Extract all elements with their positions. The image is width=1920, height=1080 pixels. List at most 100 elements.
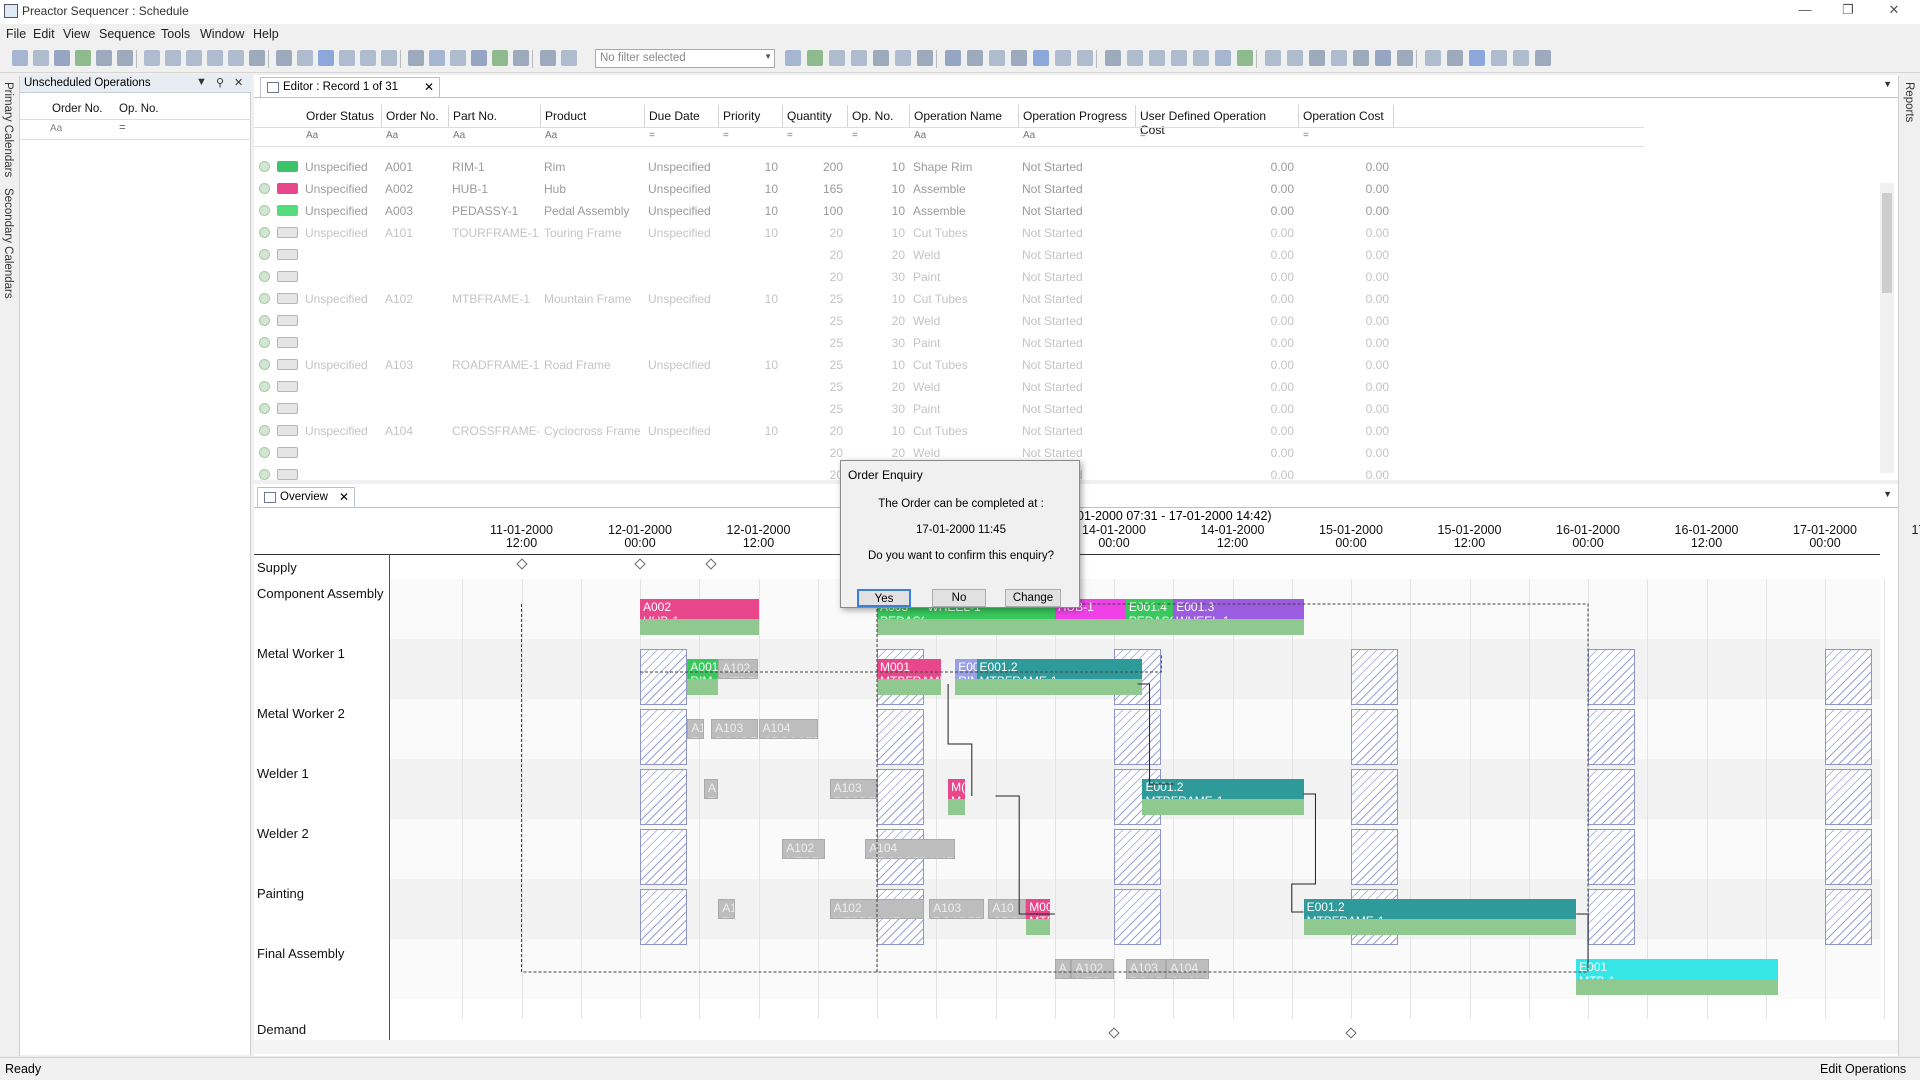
tab-reports[interactable]: Reports xyxy=(1903,82,1915,122)
column-filter[interactable]: Aa xyxy=(910,129,1019,145)
close-icon[interactable]: ✕ xyxy=(1884,2,1904,20)
toolbar-tool-icon[interactable] xyxy=(513,50,529,66)
tab-overview[interactable]: Overview ✕ xyxy=(257,487,355,507)
menu-window[interactable]: Window xyxy=(200,27,244,41)
toolbar-tool-icon[interactable] xyxy=(492,50,508,66)
operation-bar[interactable]: E001.2MTBFRAME-1 xyxy=(1142,779,1304,799)
operation-bar[interactable]: A102MTBFI xyxy=(782,839,825,859)
toolbar-tool-icon[interactable] xyxy=(1353,50,1369,66)
table-row[interactable]: 25 20 Weld Not Started 0.00 0.00 xyxy=(254,310,1644,332)
column-filter[interactable]: Aa xyxy=(541,129,645,145)
toolbar-tool-icon[interactable] xyxy=(117,50,133,66)
column-header[interactable]: Part No. xyxy=(449,105,541,127)
menu-tools[interactable]: Tools xyxy=(161,27,190,41)
column-filter[interactable]: Aa xyxy=(302,129,382,145)
table-row[interactable]: Unspecified A101 TOURFRAME-1 Touring Frame U… xyxy=(254,222,1644,244)
horizontal-scrollbar[interactable] xyxy=(254,1040,1898,1054)
operation-bar[interactable]: E001.3WHEEL-1 xyxy=(1173,599,1304,619)
table-row[interactable]: Unspecified A102 MTBFRAME-1 Mountain Frame U… xyxy=(254,288,1644,310)
operation-bar[interactable]: M(M xyxy=(948,779,965,799)
pin-icon[interactable]: ⚲ xyxy=(216,76,224,89)
toolbar-tool-icon[interactable] xyxy=(1033,50,1049,66)
column-header[interactable]: Due Date xyxy=(645,105,719,127)
toolbar-tool-icon[interactable] xyxy=(807,50,823,66)
table-row[interactable]: 20 20 Weld Not Started 0.00 0.00 xyxy=(254,244,1644,266)
toolbar-tool-icon[interactable] xyxy=(429,50,445,66)
operation-bar[interactable]: A001RIM-1 xyxy=(687,659,719,679)
column-header[interactable]: Operation Name xyxy=(910,105,1019,127)
table-row[interactable]: 25 20 Weld Not Started 0.00 0.00 xyxy=(254,376,1644,398)
vertical-scrollbar[interactable] xyxy=(1880,183,1894,473)
toolbar-tool-icon[interactable] xyxy=(1535,50,1551,66)
toolbar-tool-icon[interactable] xyxy=(12,50,28,66)
yes-button[interactable]: Yes xyxy=(857,589,911,607)
column-header[interactable]: Quantity xyxy=(783,105,848,127)
column-filter[interactable]: = xyxy=(719,129,783,145)
toolbar-tool-icon[interactable] xyxy=(1397,50,1413,66)
column-op-no[interactable]: Op. No. xyxy=(119,103,159,115)
operation-bar[interactable]: M001MTBFRAME xyxy=(877,659,941,679)
toolbar-tool-icon[interactable] xyxy=(228,50,244,66)
toolbar-tool-icon[interactable] xyxy=(186,50,202,66)
column-header[interactable]: Operation Cost xyxy=(1299,105,1394,127)
column-filter[interactable]: = xyxy=(645,129,719,145)
toolbar-tool-icon[interactable] xyxy=(945,50,961,66)
dropdown-icon[interactable]: ▼ xyxy=(196,76,207,88)
toolbar-tool-icon[interactable] xyxy=(1309,50,1325,66)
minimize-icon[interactable]: — xyxy=(1795,2,1815,20)
menu-edit[interactable]: Edit xyxy=(33,27,55,41)
operation-bar[interactable]: A103ROADFR xyxy=(829,779,877,799)
operation-bar[interactable]: A10CRO xyxy=(988,899,1027,919)
operation-bar[interactable]: M00MTE xyxy=(1026,899,1050,919)
column-order-no[interactable]: Order No. xyxy=(52,103,103,115)
column-header[interactable]: Op. No. xyxy=(848,105,910,127)
chevron-down-icon[interactable]: ▼ xyxy=(1883,489,1892,499)
toolbar-tool-icon[interactable] xyxy=(873,50,889,66)
toolbar-tool-icon[interactable] xyxy=(360,50,376,66)
toolbar-tool-icon[interactable] xyxy=(540,50,556,66)
toolbar-tool-icon[interactable] xyxy=(408,50,424,66)
menu-sequence[interactable]: Sequence xyxy=(99,27,155,41)
menu-view[interactable]: View xyxy=(63,27,90,41)
toolbar-tool-icon[interactable] xyxy=(1331,50,1347,66)
toolbar-tool-icon[interactable] xyxy=(1287,50,1303,66)
menu-file[interactable]: File xyxy=(6,27,26,41)
toolbar-tool-icon[interactable] xyxy=(561,50,577,66)
toolbar-tool-icon[interactable] xyxy=(249,50,265,66)
operation-bar[interactable]: E001MTB-1 xyxy=(1576,959,1778,979)
operation-bar[interactable]: A103ROAD-1 xyxy=(1125,959,1167,979)
scrollbar-thumb[interactable] xyxy=(1882,193,1892,293)
toolbar-tool-icon[interactable] xyxy=(1469,50,1485,66)
operation-bar[interactable]: E001.2MTBFRAME-1 xyxy=(1303,899,1577,919)
toolbar-tool-icon[interactable] xyxy=(1237,50,1253,66)
no-button[interactable]: No xyxy=(932,589,986,607)
toolbar-tool-icon[interactable] xyxy=(1265,50,1281,66)
table-row[interactable]: 25 30 Paint Not Started 0.00 0.00 xyxy=(254,398,1644,420)
toolbar-tool-icon[interactable] xyxy=(297,50,313,66)
tab-primary-calendars[interactable]: Primary Calendars xyxy=(2,82,14,177)
column-header[interactable]: Order Status xyxy=(302,105,382,127)
toolbar-tool-icon[interactable] xyxy=(1513,50,1529,66)
menu-help[interactable]: Help xyxy=(253,27,279,41)
column-header[interactable]: Priority xyxy=(719,105,783,127)
column-filter[interactable]: = xyxy=(1136,129,1299,145)
filter-op-no[interactable]: = xyxy=(119,122,126,134)
change-button[interactable]: Change xyxy=(1005,589,1061,607)
toolbar-tool-icon[interactable] xyxy=(989,50,1005,66)
toolbar-tool-icon[interactable] xyxy=(1425,50,1441,66)
toolbar-tool-icon[interactable] xyxy=(1105,50,1121,66)
column-filter[interactable]: Aa xyxy=(382,129,449,145)
operation-bar[interactable]: A102MTBFRAME-1 xyxy=(829,899,925,919)
operation-bar[interactable]: A102MTBFR xyxy=(718,659,759,679)
chevron-down-icon[interactable]: ▼ xyxy=(1883,79,1892,89)
table-row[interactable]: Unspecified A001 RIM-1 Rim Unspecified 10 200 1… xyxy=(254,156,1644,178)
toolbar-tool-icon[interactable] xyxy=(165,50,181,66)
table-row[interactable]: Unspecified A002 HUB-1 Hub Unspecified 10 165 1… xyxy=(254,178,1644,200)
toolbar-tool-icon[interactable] xyxy=(785,50,801,66)
operation-bar[interactable]: E00RIM xyxy=(955,659,977,679)
close-icon[interactable]: ✕ xyxy=(424,80,434,94)
column-header[interactable]: Product xyxy=(541,105,645,127)
restore-icon[interactable]: ❐ xyxy=(1838,2,1858,20)
column-header[interactable]: Operation Progress xyxy=(1019,105,1136,127)
table-row[interactable]: 25 30 Paint Not Started 0.00 0.00 xyxy=(254,332,1644,354)
